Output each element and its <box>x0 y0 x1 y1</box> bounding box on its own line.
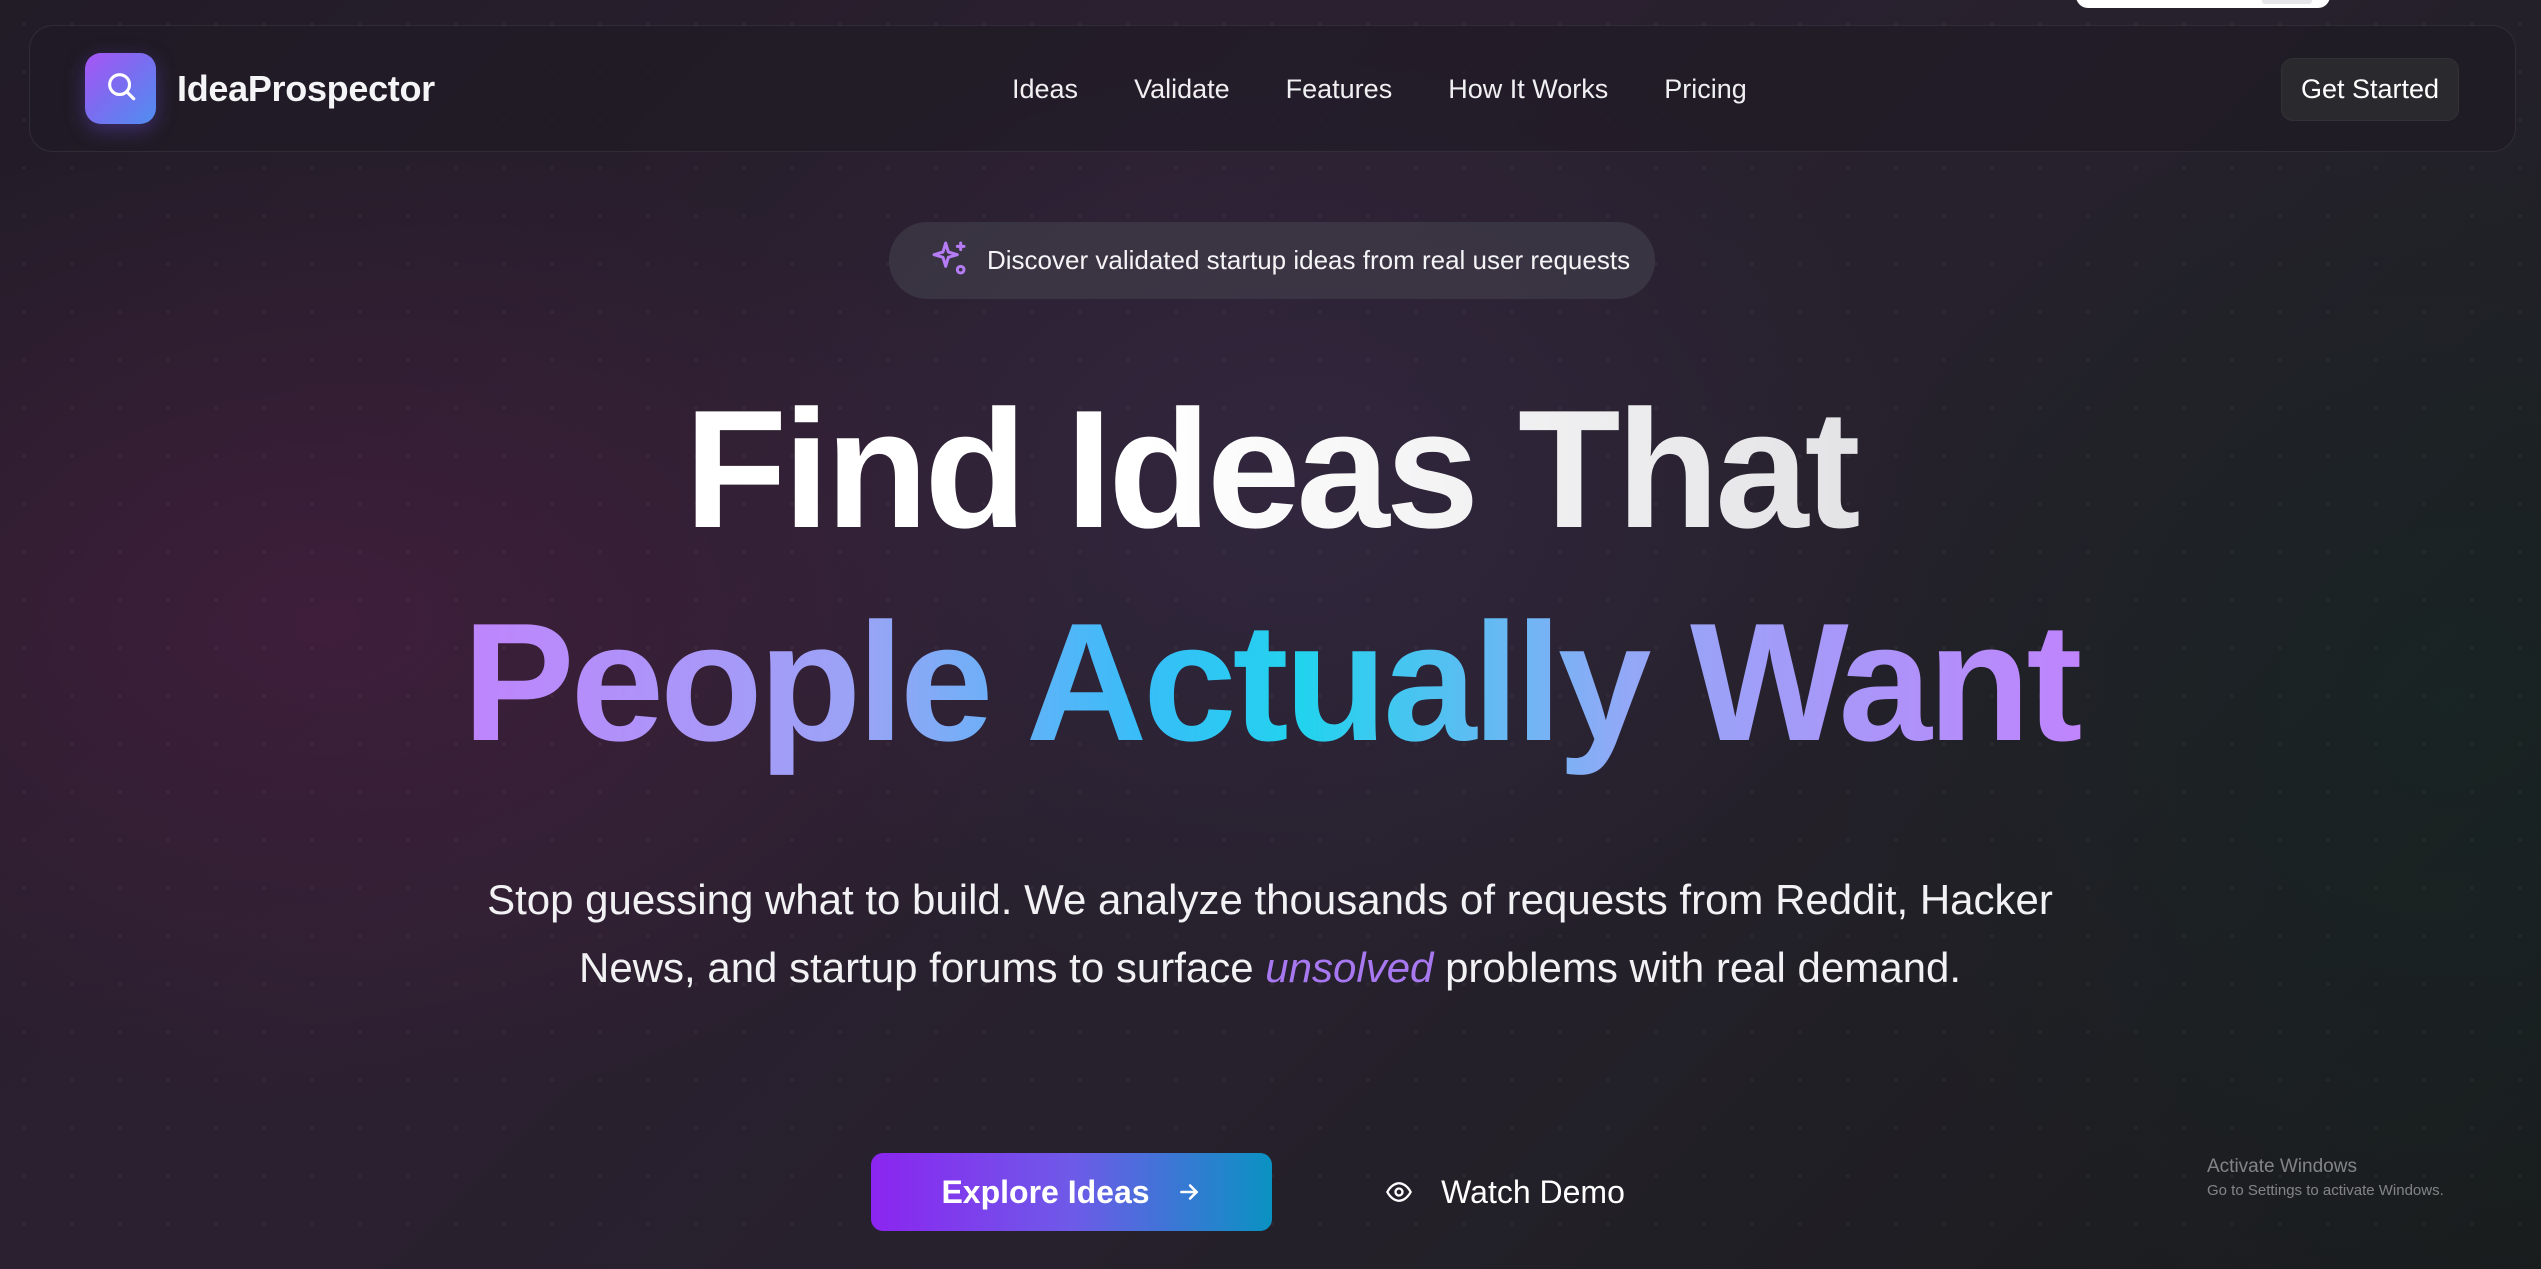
nav-link-how-it-works[interactable]: How It Works <box>1448 74 1608 105</box>
watch-demo-button[interactable]: Watch Demo <box>1360 1153 1650 1231</box>
search-icon <box>104 69 138 108</box>
headline-line-2-text: People Actually Want <box>457 588 2085 776</box>
brand-logo <box>85 53 156 124</box>
badge-text: Discover validated startup ideas from re… <box>987 245 1631 275</box>
hero-description-highlight: unsolved <box>1265 944 1434 991</box>
headline-line-1: Find Ideas That <box>0 385 2541 553</box>
windows-activation-watermark: Activate Windows Go to Settings to activ… <box>2207 1156 2444 1199</box>
hero-description: Stop guessing what to build. We analyze … <box>470 866 2070 1002</box>
nav-link-validate[interactable]: Validate <box>1134 74 1230 105</box>
brand-name: IdeaProspector <box>177 67 435 109</box>
nav-link-features[interactable]: Features <box>1286 74 1393 105</box>
nav-link-pricing[interactable]: Pricing <box>1664 74 1747 105</box>
sparkles-icon <box>929 238 969 283</box>
get-started-button[interactable]: Get Started <box>2281 58 2459 121</box>
brand[interactable]: IdeaProspector <box>85 53 435 124</box>
arrow-right-icon <box>1176 1179 1202 1205</box>
watermark-title: Activate Windows <box>2207 1156 2357 1177</box>
eye-icon <box>1385 1178 1413 1206</box>
watermark-subtitle: Go to Settings to activate Windows. <box>2207 1182 2444 1199</box>
navbar: IdeaProspector Ideas Validate Features H… <box>29 25 2516 152</box>
nav-links: Ideas Validate Features How It Works Pri… <box>1012 26 1747 153</box>
top-popup-edge <box>2076 0 2330 8</box>
headline-line-1-text: Find Ideas That <box>684 375 1857 563</box>
explore-ideas-label: Explore Ideas <box>941 1173 1150 1210</box>
announcement-badge: Discover validated startup ideas from re… <box>889 222 1655 299</box>
hero-description-end: problems with real demand. <box>1433 944 1961 991</box>
nav-link-ideas[interactable]: Ideas <box>1012 74 1078 105</box>
headline-line-2: People Actually Want <box>0 598 2541 766</box>
explore-ideas-button[interactable]: Explore Ideas <box>871 1153 1272 1231</box>
watch-demo-label: Watch Demo <box>1441 1173 1625 1210</box>
